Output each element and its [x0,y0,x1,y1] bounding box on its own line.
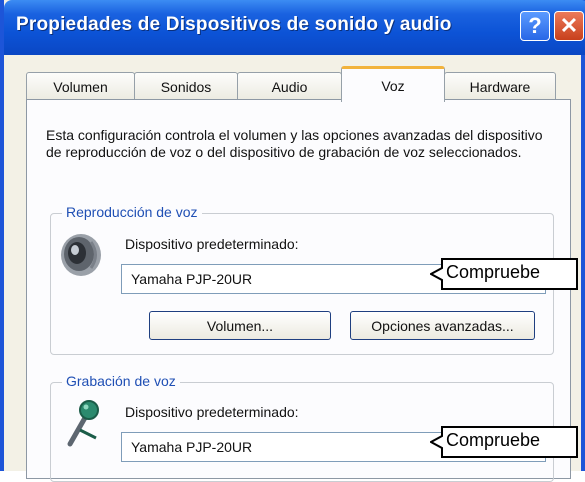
volume-button[interactable]: Volumen... [149,311,331,340]
window-title: Propiedades de Dispositivos de sonido y … [16,14,452,35]
description-text: Esta configuración controla el volumen y… [46,127,543,160]
microphone-icon [67,400,99,447]
speaker-icon [61,234,101,276]
check-callout-playback: Compruebe [430,258,580,290]
sound-properties-window: Propiedades de Dispositivos de sonido y … [0,0,585,482]
tab-volumen[interactable]: Volumen [26,72,135,100]
advanced-options-button[interactable]: Opciones avanzadas... [350,311,535,340]
check-callout-text: Compruebe [446,430,541,450]
tab-audio[interactable]: Audio [237,72,342,100]
playback-group-title: Reproducción de voz [62,204,202,220]
recording-group-title: Grabación de voz [62,373,180,389]
tab-voz[interactable]: Voz [341,66,445,102]
recording-device-label: Dispositivo predeterminado: [125,404,299,420]
tab-sonidos[interactable]: Sonidos [134,72,238,100]
close-button[interactable]: ✕ [554,11,584,41]
playback-device-label: Dispositivo predeterminado: [125,236,299,252]
tab-hardware[interactable]: Hardware [444,72,556,100]
title-bar[interactable]: Propiedades de Dispositivos de sonido y … [4,0,585,55]
help-button[interactable]: ? [520,11,550,41]
check-callout-recording: Compruebe [430,426,580,458]
check-callout-text: Compruebe [446,262,541,282]
tab-strip: Volumen Sonidos Audio Voz Hardware [26,66,571,102]
